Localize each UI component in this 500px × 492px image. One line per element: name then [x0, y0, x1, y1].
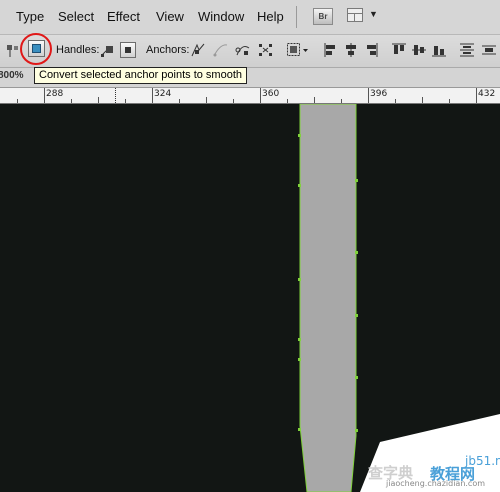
ruler-minor-tick: [449, 99, 450, 103]
align-right-icon[interactable]: [364, 43, 378, 57]
ruler-minor-tick: [71, 99, 72, 103]
chevron-down-icon[interactable]: ▼: [369, 9, 378, 19]
menu-type[interactable]: Type: [16, 9, 44, 24]
align-left-icon[interactable]: [324, 43, 338, 57]
menu-separator: [296, 6, 297, 28]
cut-path-icon[interactable]: [234, 42, 252, 58]
ruler-major-tick: [476, 88, 477, 103]
clipping-mask-icon[interactable]: [286, 42, 310, 58]
align-center-icon[interactable]: [344, 43, 358, 57]
ruler-cursor-marker: [115, 88, 117, 103]
artwork-svg: [298, 104, 500, 492]
bridge-button[interactable]: Br: [313, 8, 333, 25]
align-vertical-center-icon[interactable]: [412, 43, 426, 57]
ruler-minor-tick: [341, 99, 342, 103]
horizontal-ruler[interactable]: 288 324 360 396 432: [0, 87, 500, 104]
ruler-minor-tick: [125, 99, 126, 103]
ruler-major-tick: [368, 88, 369, 103]
menu-window[interactable]: Window: [198, 9, 244, 24]
selected-path-shape: [299, 104, 357, 492]
arrange-documents-icon[interactable]: [347, 8, 363, 22]
menu-select[interactable]: Select: [58, 9, 94, 24]
ruler-label: 288: [46, 89, 64, 99]
highlight-circle: [20, 33, 52, 65]
ruler-major-tick: [44, 88, 45, 103]
ruler-minor-tick: [206, 97, 207, 103]
menu-help[interactable]: Help: [257, 9, 284, 24]
ruler-major-tick: [152, 88, 153, 103]
watermark-url: jiaocheng.chazidian.com: [386, 479, 486, 488]
show-handles-icon[interactable]: [100, 42, 116, 58]
convert-to-corner-icon[interactable]: [6, 43, 20, 59]
artboard-canvas[interactable]: jb51.net 查字典 教程网 jiaocheng.chazidian.com: [0, 104, 500, 492]
distribute-center-icon[interactable]: [482, 43, 496, 57]
ruler-label: 396: [370, 89, 388, 99]
tooltip: Convert selected anchor points to smooth: [34, 67, 248, 84]
ruler-minor-tick: [287, 99, 288, 103]
align-bottom-icon[interactable]: [432, 43, 446, 57]
remove-anchor-icon[interactable]: [190, 42, 208, 58]
ruler-label: 360: [262, 89, 280, 99]
distribute-vertical-icon[interactable]: [460, 43, 474, 57]
ruler-minor-tick: [17, 99, 18, 103]
hide-handles-button[interactable]: [120, 42, 136, 58]
anchors-label: Anchors:: [146, 44, 190, 56]
ruler-minor-tick: [98, 97, 99, 103]
menu-view[interactable]: View: [156, 9, 184, 24]
ruler-label: 324: [154, 89, 172, 99]
ruler-minor-tick: [395, 99, 396, 103]
ruler-minor-tick: [314, 97, 315, 103]
ruler-minor-tick: [422, 97, 423, 103]
isolate-anchors-icon[interactable]: [258, 43, 274, 57]
zoom-level: 800%: [0, 70, 24, 81]
menu-bar: Type Select Effect View Window Help Br ▼: [0, 0, 500, 35]
ruler-label: 432: [478, 89, 496, 99]
ruler-minor-tick: [233, 99, 234, 103]
align-top-icon[interactable]: [392, 43, 406, 57]
connect-endpoints-icon[interactable]: [212, 42, 230, 58]
handles-label: Handles:: [56, 44, 100, 56]
menu-effect[interactable]: Effect: [107, 9, 140, 24]
ruler-minor-tick: [179, 99, 180, 103]
ruler-major-tick: [260, 88, 261, 103]
